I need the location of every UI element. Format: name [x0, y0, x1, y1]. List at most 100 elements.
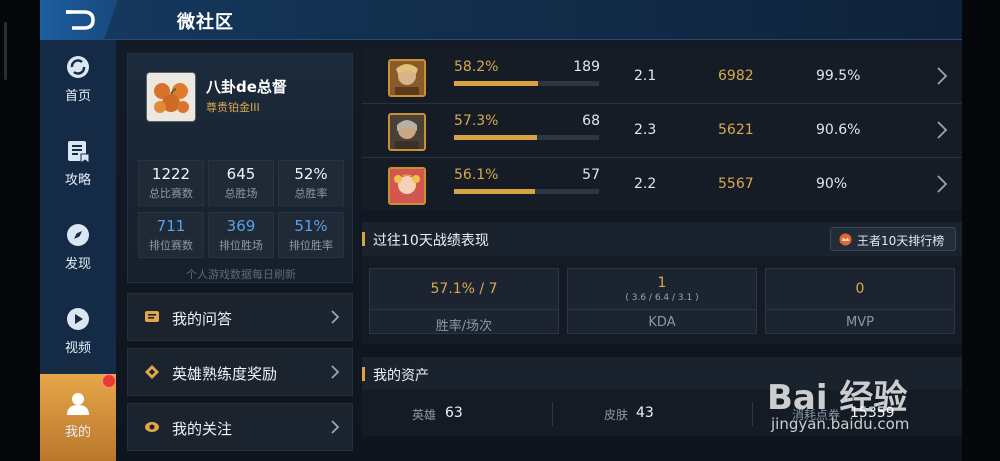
hero-percentile: 99.5% [816, 68, 861, 84]
sidebar-item-home[interactable]: 首页 [40, 54, 116, 134]
stat-value: 52% [294, 165, 328, 183]
chevron-right-icon [331, 310, 340, 324]
winrate-bar [454, 81, 599, 86]
stat-ranked-wins: 369 排位胜场 [208, 212, 274, 258]
chevron-right-icon [331, 420, 340, 434]
recent-performance: 57.1% / 7 胜率/场次 1 ( 3.6 / 6.4 / 3.1 ) KD… [362, 256, 962, 344]
back-arrow-icon [66, 10, 95, 30]
menu-label: 英雄熟练度奖励 [172, 365, 278, 383]
chevron-right-icon[interactable] [936, 120, 948, 140]
recent-section-header: 过往10天战绩表现 王者10天排行榜 [362, 222, 962, 256]
divider [752, 402, 753, 426]
sidebar-nav: 首页 攻略 发现 视频 我的 [40, 40, 116, 461]
menu-label: 我的问答 [172, 310, 233, 328]
section-title: 过往10天战绩表现 [373, 233, 489, 249]
hero-winrate: 56.1% [454, 167, 499, 183]
hero-kda: 2.1 [634, 68, 657, 84]
hero-mastery-reward-button[interactable]: 英雄熟练度奖励 [127, 348, 353, 396]
section-accent [362, 232, 365, 246]
stat-label: 总胜率 [294, 187, 328, 200]
hero-avatar [388, 113, 426, 151]
hero-portrait-icon [390, 61, 424, 95]
perf-value: 1 [657, 275, 667, 291]
sidebar-item-label: 攻略 [64, 173, 91, 188]
stat-value: 711 [156, 217, 186, 235]
eye-icon [145, 422, 159, 432]
hero-avatar [388, 167, 426, 205]
hero-score: 5567 [718, 176, 754, 192]
stat-label: 排位胜场 [219, 239, 263, 252]
refresh-icon [67, 56, 89, 78]
hero-winrate: 58.2% [454, 59, 499, 75]
winrate-bar-fill [454, 81, 539, 86]
hero-row[interactable]: 58.2% 189 2.1 6982 99.5% [362, 50, 962, 104]
asset-value: 63 [445, 405, 463, 421]
watermark-brand: Bai 经验 [767, 378, 908, 418]
badge-icon [145, 365, 159, 379]
winrate-bar-fill [454, 135, 538, 140]
stat-ranked-winrate: 51% 排位胜率 [278, 212, 344, 258]
sidebar-item-label: 视频 [64, 341, 91, 356]
sidebar-item-label: 我的 [64, 425, 91, 440]
page-title: 微社区 [177, 12, 234, 33]
sidebar-item-guide[interactable]: 攻略 [40, 138, 116, 218]
stat-label: 排位赛数 [149, 239, 193, 252]
perf-label: KDA [648, 315, 676, 330]
chevron-right-icon[interactable] [936, 174, 948, 194]
stat-ranked-games: 711 排位赛数 [138, 212, 204, 258]
stat-value: 645 [226, 165, 256, 183]
hero-portrait-icon [390, 115, 424, 149]
hero-stats-list: 58.2% 189 2.1 6982 99.5% 57.3% 68 2.3 56… [362, 46, 962, 210]
profile-card: 八卦de总督 尊贵铂金III 1222 总比赛数 645 总胜场 52% 总胜率… [127, 53, 353, 283]
hero-row[interactable]: 57.3% 68 2.3 5621 90.6% [362, 104, 962, 158]
perf-label: MVP [846, 315, 874, 330]
stat-total-wins: 645 总胜场 [208, 160, 274, 206]
my-questions-button[interactable]: 我的问答 [127, 293, 353, 341]
sidebar-item-label: 首页 [64, 89, 91, 104]
stat-label: 排位胜率 [289, 239, 333, 252]
my-following-button[interactable]: 我的关注 [127, 403, 353, 451]
hero-games: 68 [582, 113, 600, 129]
stat-label: 总比赛数 [149, 187, 193, 200]
menu-label: 我的关注 [172, 420, 233, 438]
stat-total-winrate: 52% 总胜率 [278, 160, 344, 206]
compass-icon [67, 224, 89, 246]
stat-value: 369 [226, 217, 256, 235]
top-header: 微社区 [40, 0, 962, 40]
hero-kda: 2.2 [634, 176, 657, 192]
watermark-url: jingyan.baidu.com [771, 415, 910, 433]
back-button[interactable] [40, 0, 118, 40]
avatar[interactable] [146, 72, 196, 122]
device-bezel-left [0, 0, 40, 461]
hero-percentile: 90% [816, 176, 848, 192]
sidebar-item-discover[interactable]: 发现 [40, 222, 116, 302]
leaderboard-button[interactable]: 王者10天排行榜 [830, 227, 956, 251]
perf-value: 57.1% / 7 [430, 281, 498, 297]
perf-value: 0 [855, 281, 865, 297]
chevron-right-icon[interactable] [936, 66, 948, 86]
stat-value: 1222 [151, 165, 191, 183]
notification-dot [102, 374, 116, 388]
leaderboard-label: 王者10天排行榜 [857, 234, 945, 248]
hero-kda: 2.3 [634, 122, 657, 138]
hero-games: 189 [573, 59, 600, 75]
stat-value: 51% [294, 217, 328, 235]
divider [370, 309, 558, 310]
hero-winrate: 57.3% [454, 113, 499, 129]
asset-label: 皮肤 [604, 408, 629, 422]
watermark: Bai 经验 jingyan.baidu.com [767, 370, 947, 440]
play-icon [67, 308, 89, 330]
fruit-avatar-icon [147, 73, 195, 121]
chevron-right-icon [331, 365, 340, 379]
crown-icon [839, 233, 852, 246]
stat-label: 总胜场 [224, 187, 258, 200]
hero-games: 57 [582, 167, 600, 183]
hero-row[interactable]: 56.1% 57 2.2 5567 90% [362, 158, 962, 212]
perf-kda-box: 1 ( 3.6 / 6.4 / 3.1 ) KDA [567, 268, 757, 334]
perf-winrate-box: 57.1% / 7 胜率/场次 [369, 268, 559, 334]
perf-mvp-box: 0 MVP [765, 268, 955, 334]
divider [568, 309, 756, 310]
hero-score: 5621 [718, 122, 754, 138]
section-title: 我的资产 [373, 368, 429, 384]
divider [766, 309, 954, 310]
